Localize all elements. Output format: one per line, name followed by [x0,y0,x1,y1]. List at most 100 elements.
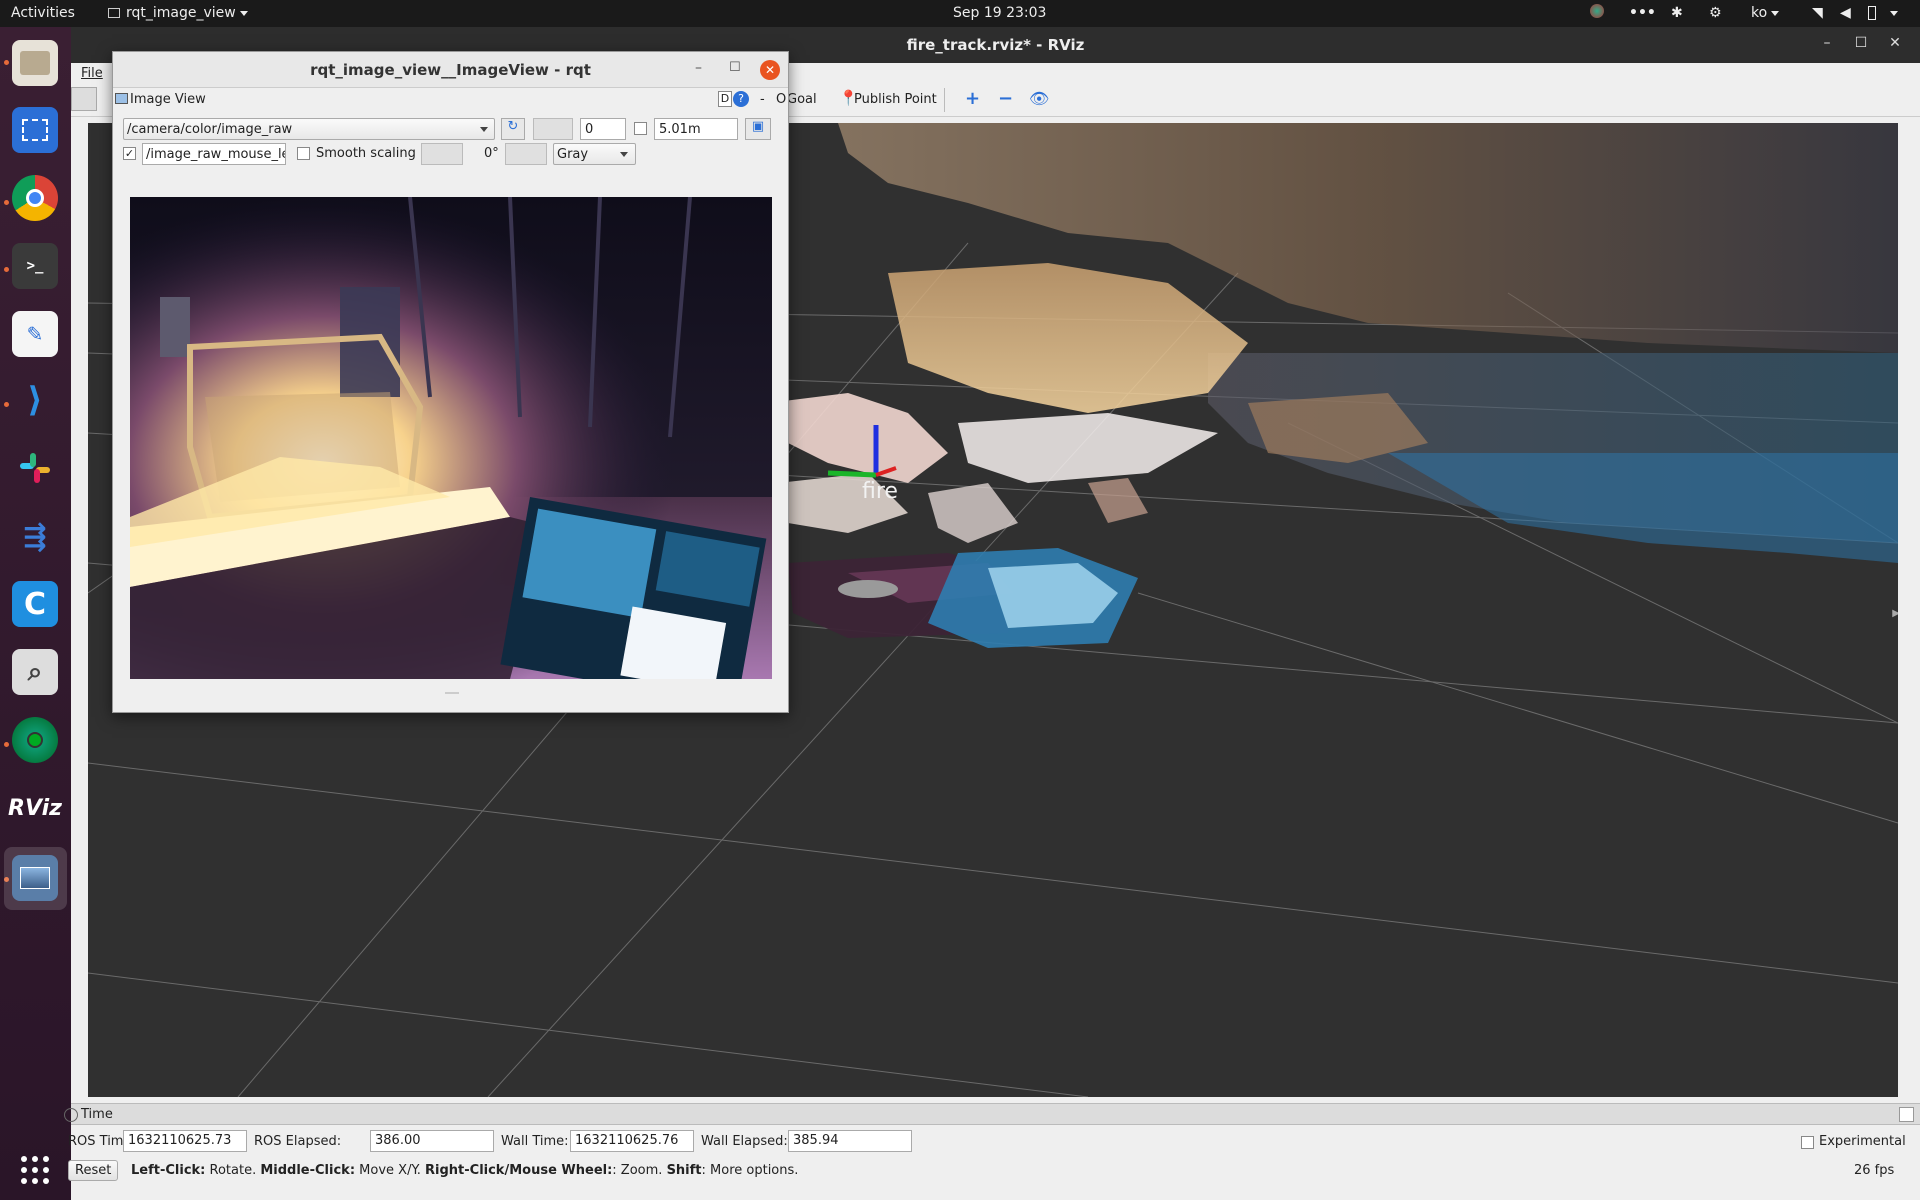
wifi-icon[interactable]: ◥ [1812,5,1823,21]
close-plugin-button[interactable]: O [776,92,786,107]
files-icon[interactable] [12,40,58,86]
rqt-title-bar[interactable]: rqt_image_view__ImageView - rqt [113,52,788,88]
max-depth-checkbox[interactable] [634,122,647,135]
minus-icon[interactable]: − [998,88,1013,109]
screenshot-icon[interactable] [12,107,58,153]
app-menu[interactable]: rqt_image_view [108,5,248,21]
rqt-icon[interactable]: ⇶ [12,513,58,559]
menu-file[interactable]: File [81,66,103,81]
rotate-right-button[interactable] [505,143,547,165]
running-indicator [4,402,9,407]
rviz-title: fire_track.rviz* - RViz [906,36,1085,54]
shift-desc: : More options. [701,1163,799,1178]
shift-key: Shift [666,1163,702,1178]
mouse-help-text: Left-Click: Rotate. Middle-Click: Move X… [131,1163,798,1178]
status-color-icon[interactable] [1590,4,1604,18]
rotate-left-button[interactable] [421,143,463,165]
system-menu-chevron-icon[interactable] [1886,5,1898,21]
maximize-icon[interactable]: ☐ [729,60,741,75]
save-image-icon[interactable]: ▣ [745,118,771,140]
mouse-topic-input[interactable]: /image_raw_mouse_left [142,143,286,165]
more-icon[interactable]: ••• [1629,5,1656,21]
chevron-down-icon [620,152,628,157]
bluetooth-icon[interactable]: ✱ [1671,5,1683,21]
color-scheme-dropdown[interactable]: Gray [553,143,636,165]
smooth-scaling-checkbox[interactable] [297,147,310,160]
topic-dropdown[interactable]: /camera/color/image_raw [123,118,495,140]
wall-time-field[interactable]: 1632110625.76 [570,1130,694,1152]
reset-button[interactable]: Reset [68,1160,119,1181]
dock: >_ ✎ ⟩ ⇶ C ⌕ RViz [0,27,71,1200]
hide-button[interactable]: - [760,92,765,107]
vscode-icon[interactable]: ⟩ [12,377,58,423]
ros-elapsed-field[interactable]: 386.00 [370,1130,494,1152]
plugin-header: Image View D ? - O [113,89,788,111]
chrome-icon[interactable] [12,175,58,221]
terminal-icon[interactable]: >_ [12,243,58,289]
resize-grip[interactable] [445,692,459,694]
clion-icon[interactable]: C [12,581,58,627]
chevron-down-icon [1890,10,1898,16]
image-view-icon [115,93,128,104]
camera-image-render [130,197,772,679]
show-apps-icon[interactable] [12,1147,58,1193]
eye-icon[interactable]: 👁 [1029,89,1049,108]
right-collapse-arrow[interactable]: ▶ [1892,608,1898,619]
smooth-scaling-label: Smooth scaling [316,146,416,161]
experimental-label: Experimental [1819,1134,1906,1149]
top-bar: Activities rqt_image_view Sep 19 23:03 •… [0,0,1920,27]
wall-elapsed-field[interactable]: 385.94 [788,1130,912,1152]
clock-icon [64,1108,78,1122]
publish-point-button[interactable]: Publish Point [854,92,937,107]
zoom-field[interactable] [533,118,573,140]
time-panel: ROS Time: 1632110625.73 ROS Elapsed: 386… [68,1125,1920,1159]
chevron-down-icon [480,127,488,132]
wall-time-label: Wall Time: [501,1134,569,1149]
wall-elapsed-label: Wall Elapsed: [701,1134,788,1149]
min-depth-spinbox[interactable]: 0 [580,118,626,140]
time-panel-title: Time [81,1107,113,1122]
help-icon[interactable]: ? [733,91,749,107]
close-icon[interactable]: ✕ [1884,35,1906,51]
rviz-icon[interactable]: RViz [8,785,62,831]
status-bar: Reset Left-Click: Rotate. Middle-Click: … [68,1159,1920,1200]
app-menu-label: rqt_image_view [126,5,236,21]
settings-icon[interactable]: ⚙ [1709,5,1722,21]
interact-tool-button[interactable] [71,87,97,111]
ros-elapsed-label: ROS Elapsed: [254,1134,342,1149]
refresh-icon[interactable]: ↻ [501,118,525,140]
panel-float-button[interactable] [1899,1107,1914,1122]
fire-marker-label: fire [862,479,898,504]
ros-time-field[interactable]: 1632110625.73 [123,1130,247,1152]
min-depth-value: 0 [585,122,594,137]
plugin-title: Image View [130,92,206,107]
minimize-icon[interactable]: – [1816,35,1838,51]
text-editor-icon[interactable]: ✎ [12,311,58,357]
image-viewer-icon[interactable] [12,855,58,901]
input-language[interactable]: ko [1751,5,1780,21]
experimental-checkbox[interactable] [1801,1136,1814,1149]
plus-icon[interactable]: + [965,88,980,109]
volume-icon[interactable]: ◀ [1840,5,1851,21]
battery-icon[interactable] [1868,6,1876,20]
max-depth-spinbox[interactable]: 5.01m [654,118,738,140]
goal-tool-button[interactable]: Goal [787,92,817,107]
maximize-icon[interactable]: ☐ [1850,35,1872,51]
minimize-icon[interactable]: – [695,60,702,76]
camera-icon[interactable] [12,717,58,763]
left-click-key: Left-Click: [131,1163,206,1178]
camera-image[interactable] [130,197,772,679]
running-indicator [4,200,9,205]
dock-button[interactable]: D [718,91,732,107]
right-click-key: Right-Click/Mouse Wheel: [425,1163,613,1178]
magnifier-icon[interactable]: ⌕ [12,649,58,695]
mouse-publish-checkbox[interactable]: ✓ [123,147,136,160]
clock[interactable]: Sep 19 23:03 [953,5,1046,21]
slack-icon[interactable] [12,445,58,491]
rqt-image-view-window: rqt_image_view__ImageView - rqt – ☐ ✕ Im… [112,51,789,713]
time-panel-header: Time [64,1103,1920,1125]
right-click-desc: : Zoom. [612,1163,667,1178]
close-icon[interactable]: ✕ [760,60,780,80]
activities-button[interactable]: Activities [11,5,75,21]
color-scheme-value: Gray [557,147,589,162]
